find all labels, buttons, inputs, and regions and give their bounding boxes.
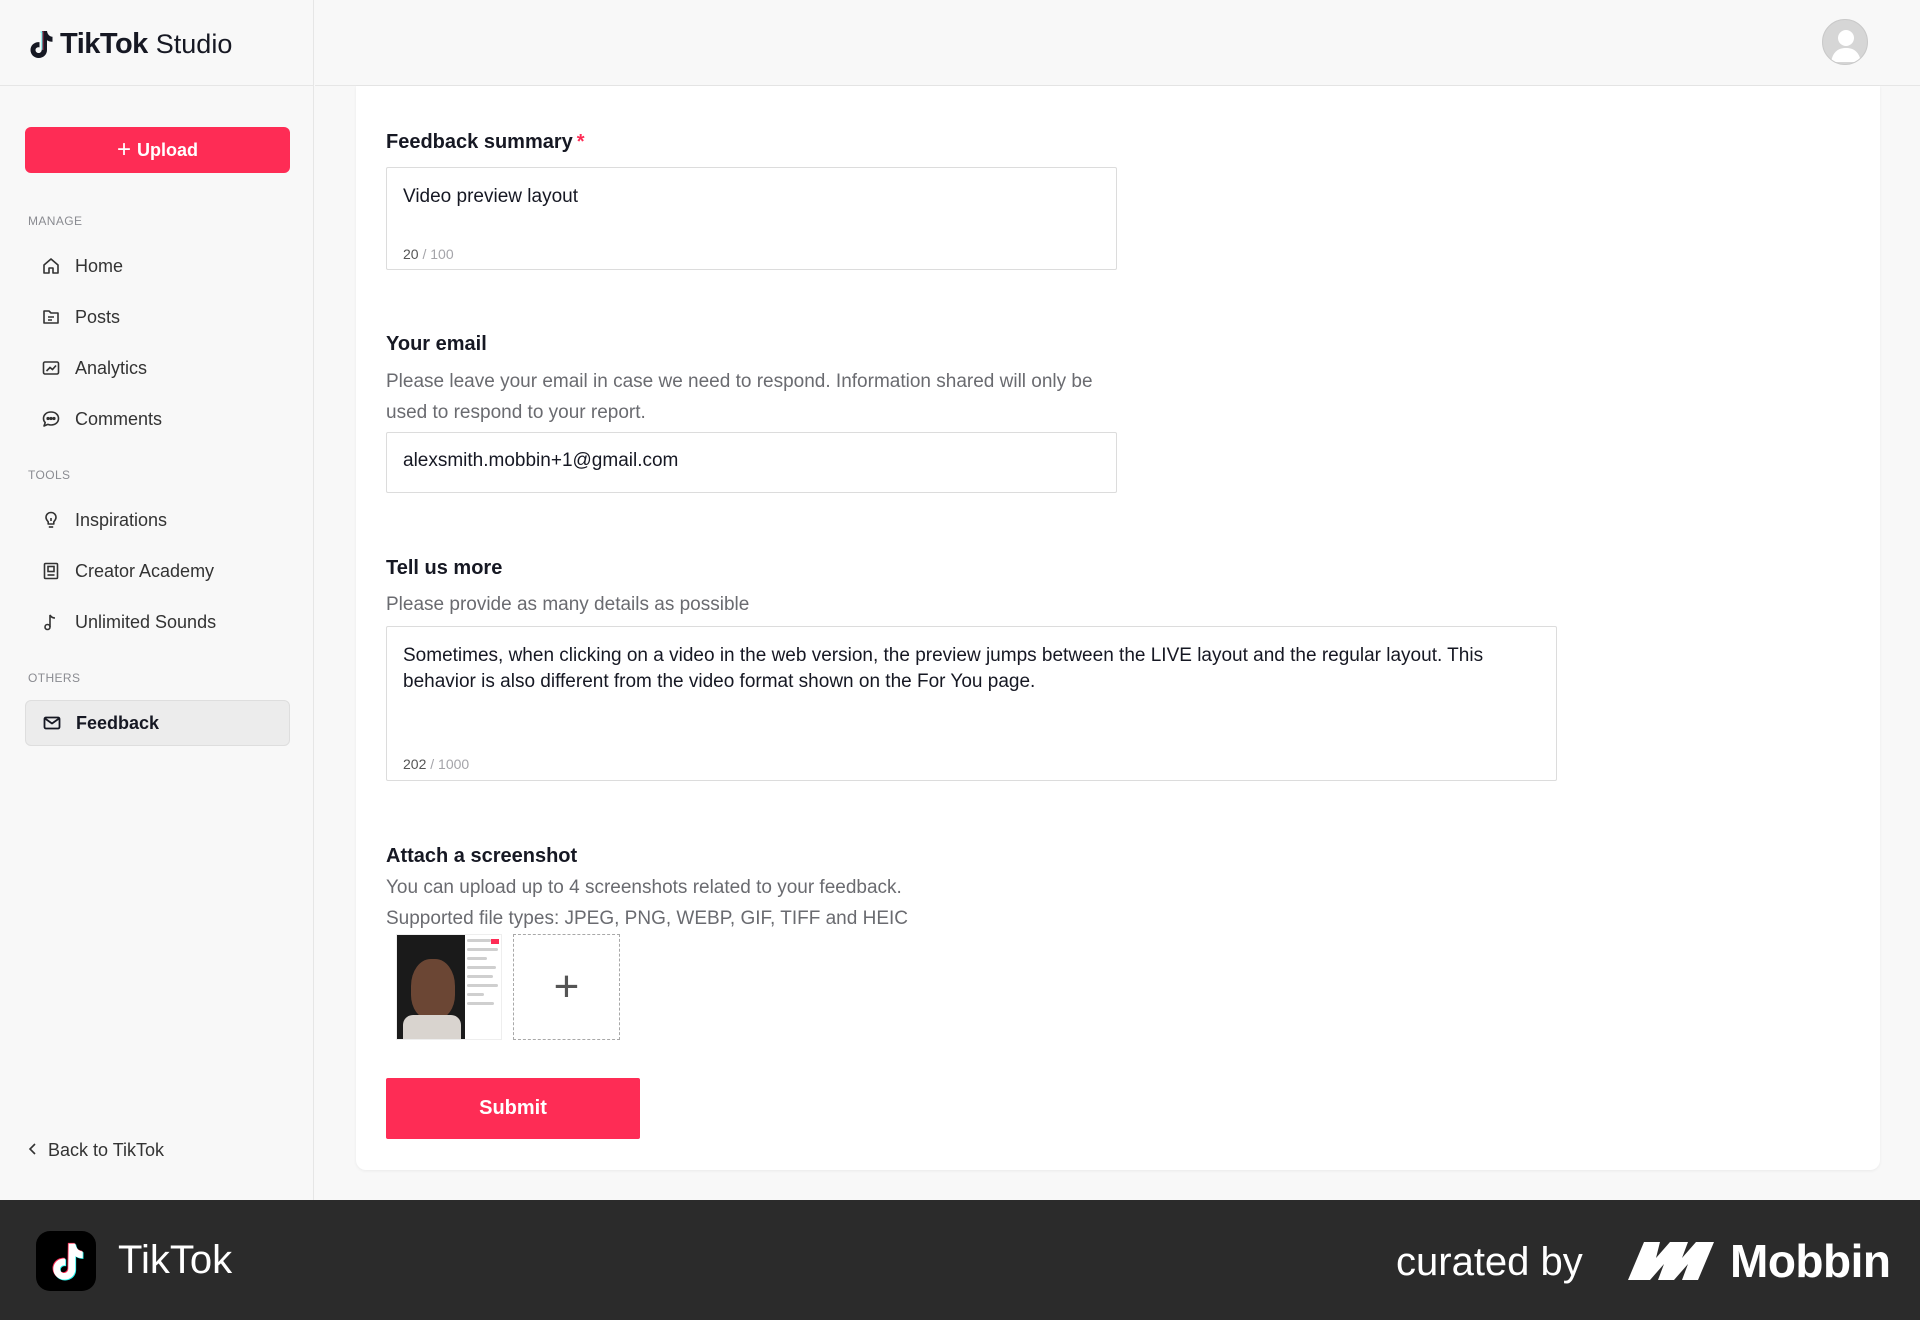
sidebar-item-unlimited-sounds[interactable]: Unlimited Sounds xyxy=(25,599,290,645)
lightbulb-icon xyxy=(41,510,61,530)
tiktok-note-icon xyxy=(26,28,54,60)
email-field[interactable]: alexsmith.mobbin+1@gmail.com xyxy=(386,432,1117,493)
details-counter: 202 / 1000 xyxy=(403,756,469,772)
curated-by-label: curated by xyxy=(1396,1240,1583,1284)
divider xyxy=(0,85,314,86)
feedback-summary-value: Video preview layout xyxy=(403,186,578,207)
details-label: Tell us more xyxy=(386,557,503,579)
email-description: Please leave your email in case we need … xyxy=(386,371,1093,423)
sidebar-item-comments[interactable]: Comments xyxy=(25,396,290,442)
avatar[interactable] xyxy=(1822,19,1868,65)
details-description: Please provide as many details as possib… xyxy=(386,594,750,615)
academy-icon xyxy=(41,561,61,581)
plus-icon: + xyxy=(116,136,131,163)
chevron-left-icon xyxy=(28,1140,38,1161)
sidebar-item-label: Home xyxy=(75,255,124,276)
back-to-tiktok-link[interactable]: Back to TikTok xyxy=(28,1140,164,1161)
mobbin-logo-icon xyxy=(1628,1242,1714,1280)
sidebar-item-label: Unlimited Sounds xyxy=(75,611,217,632)
footer-app-name: TikTok xyxy=(118,1238,233,1282)
submit-button[interactable]: Submit xyxy=(386,1078,640,1139)
thumbnail-red-tag xyxy=(491,939,499,944)
mobbin-wordmark: Mobbin xyxy=(1730,1235,1891,1287)
sidebar-item-home[interactable]: Home xyxy=(25,243,290,289)
thumbnail-sidebar xyxy=(467,939,501,1037)
plus-icon: + xyxy=(553,962,580,1011)
screenshot-description-line1: You can upload up to 4 screenshots relat… xyxy=(386,877,902,898)
upload-button[interactable]: + Upload xyxy=(25,127,290,173)
sidebar-item-label: Comments xyxy=(75,408,163,429)
back-label: Back to TikTok xyxy=(48,1140,165,1160)
screenshot-description-line2: Supported file types: JPEG, PNG, WEBP, G… xyxy=(386,908,908,929)
feedback-summary-label-text: Feedback summary xyxy=(386,131,573,153)
mail-icon xyxy=(42,713,62,733)
screenshot-thumbnail[interactable] xyxy=(396,934,502,1040)
brand-sub: Studio xyxy=(155,28,233,59)
tiktok-studio-logo[interactable]: TikTok Studio xyxy=(26,24,232,64)
sidebar-item-label: Analytics xyxy=(75,357,148,378)
section-label-others: OTHERS xyxy=(28,671,81,685)
sidebar-item-analytics[interactable]: Analytics xyxy=(25,345,290,391)
music-note-icon xyxy=(41,612,61,632)
email-label: Your email xyxy=(386,333,487,355)
required-mark: * xyxy=(576,131,585,153)
add-screenshot-button[interactable]: + xyxy=(513,934,620,1040)
thumbnail-shirt xyxy=(403,1015,461,1039)
feedback-summary-input[interactable]: Video preview layout 20 / 100 xyxy=(386,167,1117,270)
sidebar-item-label: Creator Academy xyxy=(75,560,215,581)
section-label-manage: MANAGE xyxy=(28,214,83,228)
sidebar-item-label: Posts xyxy=(75,306,121,327)
user-silhouette-icon xyxy=(1831,30,1861,62)
feedback-summary-counter: 20 / 100 xyxy=(403,246,454,262)
counter-count: 20 xyxy=(403,246,419,262)
counter-max: / 100 xyxy=(422,246,454,262)
top-bar xyxy=(315,0,1920,86)
details-textarea[interactable]: Sometimes, when clicking on a video in t… xyxy=(386,626,1557,781)
screenshot-label: Attach a screenshot xyxy=(386,845,578,867)
home-icon xyxy=(41,256,61,276)
feedback-summary-label: Feedback summary * xyxy=(386,131,585,154)
details-value: Sometimes, when clicking on a video in t… xyxy=(403,645,1484,692)
sidebar-item-inspirations[interactable]: Inspirations xyxy=(25,497,290,543)
comments-icon xyxy=(41,409,61,429)
sidebar-item-feedback[interactable]: Feedback xyxy=(25,700,290,746)
sidebar: TikTok Studio + Upload MANAGE Home Posts… xyxy=(0,0,314,1200)
sidebar-item-posts[interactable]: Posts xyxy=(25,294,290,340)
footer-banner: TikTok curated by Mobbin xyxy=(0,1200,1920,1320)
section-label-tools: TOOLS xyxy=(28,468,71,482)
sidebar-item-creator-academy[interactable]: Creator Academy xyxy=(25,548,290,594)
sidebar-item-label: Inspirations xyxy=(75,509,168,530)
posts-icon xyxy=(41,307,61,327)
upload-label: Upload xyxy=(137,139,198,160)
sidebar-item-label: Feedback xyxy=(76,712,160,733)
counter-count: 202 xyxy=(403,756,427,772)
thumbnail-face xyxy=(411,959,455,1019)
thumbnail-video-area xyxy=(397,935,465,1039)
brand-name: TikTok xyxy=(60,27,148,60)
counter-max: / 1000 xyxy=(430,756,470,772)
email-value: alexsmith.mobbin+1@gmail.com xyxy=(403,450,679,471)
tiktok-app-icon xyxy=(36,1231,96,1291)
analytics-icon xyxy=(41,358,61,378)
